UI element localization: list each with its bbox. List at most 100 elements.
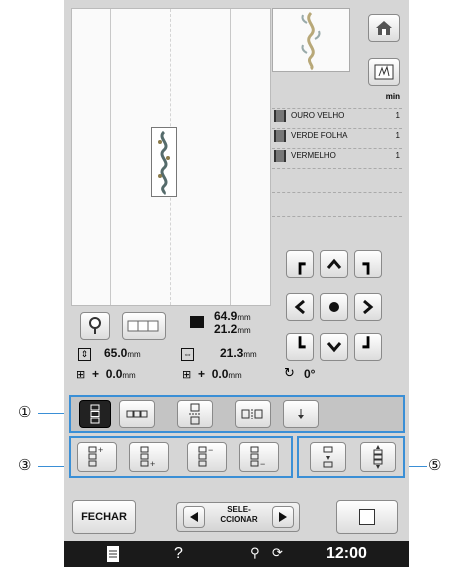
spacing-decrease-bottom-button[interactable]: − — [239, 442, 279, 472]
document-icon[interactable] — [106, 545, 120, 563]
size-width-value: 64.9 — [214, 309, 238, 323]
svg-text:−: − — [260, 459, 265, 468]
offset-x-sign: + — [92, 367, 100, 381]
ok-button[interactable] — [336, 500, 398, 534]
move-up-right-button[interactable]: ┓ — [354, 250, 382, 278]
layout-toolbar — [69, 395, 405, 433]
close-button[interactable]: FECHAR — [72, 500, 136, 534]
corner-bottom-left-icon: ┗ — [294, 336, 306, 358]
sewing-machine-screen: min OURO VELHO 1 VERDE FOLHA 1 VERMELHO … — [64, 0, 409, 567]
move-down-right-button[interactable]: ┛ — [354, 333, 382, 361]
close-button-label: FECHAR — [81, 511, 127, 523]
size-icon — [190, 316, 204, 328]
offset-y-text: + 0.0mm — [198, 367, 242, 381]
offset-y-value: 0.0 — [211, 367, 229, 381]
spacing-increase-bottom-button[interactable]: + — [129, 442, 169, 472]
select-label: SELE- CCIONAR — [209, 505, 269, 525]
offset-x-icon: ⊞ — [76, 368, 86, 381]
vertical-stack-icon — [90, 404, 100, 424]
preview-image — [301, 11, 321, 71]
offset-y-unit: mm — [228, 371, 242, 380]
move-up-button[interactable] — [320, 250, 348, 278]
spacing-plus-bottom-icon: + — [140, 446, 155, 468]
rotation-angle: 0° — [304, 367, 316, 381]
move-down-left-button[interactable]: ┗ — [286, 333, 314, 361]
divider — [272, 148, 402, 149]
offset-y-sign: + — [198, 367, 206, 381]
center-button[interactable] — [320, 293, 348, 321]
selected-pattern[interactable] — [151, 127, 177, 197]
thread-count: 1 — [395, 131, 400, 140]
spacing-increase-top-button[interactable]: + — [77, 442, 117, 472]
move-text-up-down-button[interactable] — [360, 442, 396, 472]
thread-row: VERMELHO 1 — [272, 146, 404, 166]
vertical-position-value: 65.0 — [104, 346, 128, 360]
vertical-position-unit: mm — [127, 350, 141, 359]
arrow-down-icon — [326, 342, 342, 353]
offset-x-text: + 0.0mm — [92, 367, 136, 381]
svg-text:+: + — [150, 459, 155, 468]
checkbox-square-icon — [359, 509, 375, 525]
arrange-down-button[interactable] — [283, 400, 319, 428]
spacing-decrease-top-button[interactable]: − — [187, 442, 227, 472]
divider — [272, 168, 402, 169]
horizontal-position-value: 21.3 — [220, 346, 244, 360]
size-height-text: 64.9mm — [214, 309, 251, 323]
spacing-minus-top-icon: − — [198, 446, 213, 467]
thread-name: VERMELHO — [291, 151, 336, 160]
embroidery-mode-button[interactable] — [368, 58, 400, 86]
move-up-left-button[interactable]: ┏ — [286, 250, 314, 278]
callout-1: ① — [18, 404, 32, 421]
layout-horizontal-button[interactable] — [119, 400, 155, 428]
horizontal-stack-icon — [126, 410, 148, 418]
offset-x-value: 0.0 — [105, 367, 123, 381]
divider — [272, 192, 402, 193]
status-bar: ? ⚲ ⟳ 12:00 — [64, 541, 409, 567]
arrow-up-icon — [326, 258, 342, 269]
thread-name: VERDE FOLHA — [291, 131, 348, 140]
embroidery-canvas[interactable] — [71, 8, 271, 306]
center-dot-icon — [329, 302, 339, 312]
select-prev-button[interactable] — [183, 506, 205, 528]
horizontal-position-icon: ⇔ — [181, 348, 194, 361]
clock-time: 12:00 — [326, 545, 367, 562]
arrow-right-icon — [363, 299, 374, 315]
thread-spool-icon — [274, 110, 286, 122]
horizontal-split-button[interactable] — [235, 400, 271, 428]
zoom-button[interactable] — [80, 312, 110, 340]
vertical-split-icon — [189, 403, 201, 425]
pattern-layout-button[interactable] — [122, 312, 166, 340]
divider — [272, 108, 402, 109]
move-text-down-button[interactable] — [310, 442, 346, 472]
corner-top-left-icon: ┏ — [294, 253, 306, 275]
layout-vertical-button[interactable] — [79, 400, 111, 428]
triangle-left-icon — [190, 512, 198, 522]
pattern-preview — [272, 8, 350, 72]
corner-bottom-right-icon: ┛ — [362, 336, 374, 358]
select-control: SELE- CCIONAR — [176, 502, 300, 532]
spacing-plus-top-icon: + — [88, 446, 103, 467]
divider — [272, 128, 402, 129]
svg-text:+: + — [98, 446, 103, 455]
select-label-line2: CCIONAR — [220, 515, 258, 524]
arrange-up-down-icon — [373, 445, 383, 469]
vertical-split-button[interactable] — [177, 400, 213, 428]
offset-y-icon: ⊞ — [182, 368, 192, 381]
select-next-button[interactable] — [272, 506, 294, 528]
rotation-icon: ↻ — [284, 366, 295, 381]
home-button[interactable] — [368, 14, 400, 42]
canvas-guide-right — [230, 9, 231, 305]
move-down-button[interactable] — [320, 333, 348, 361]
move-left-button[interactable] — [286, 293, 314, 321]
size-width-text: 21.2mm — [214, 322, 251, 336]
canvas-guide-left — [110, 9, 111, 305]
size-height-unit: mm — [237, 326, 251, 335]
vertical-position-icon: ⇕ — [78, 348, 91, 361]
corner-top-right-icon: ┓ — [362, 253, 374, 275]
select-label-line1: SELE- — [227, 505, 251, 514]
spacing-minus-bottom-icon: − — [250, 446, 265, 468]
thread-spool-icon — [274, 150, 286, 162]
magnifier-icon — [89, 317, 101, 334]
move-right-button[interactable] — [354, 293, 382, 321]
help-button[interactable]: ? — [174, 545, 183, 563]
